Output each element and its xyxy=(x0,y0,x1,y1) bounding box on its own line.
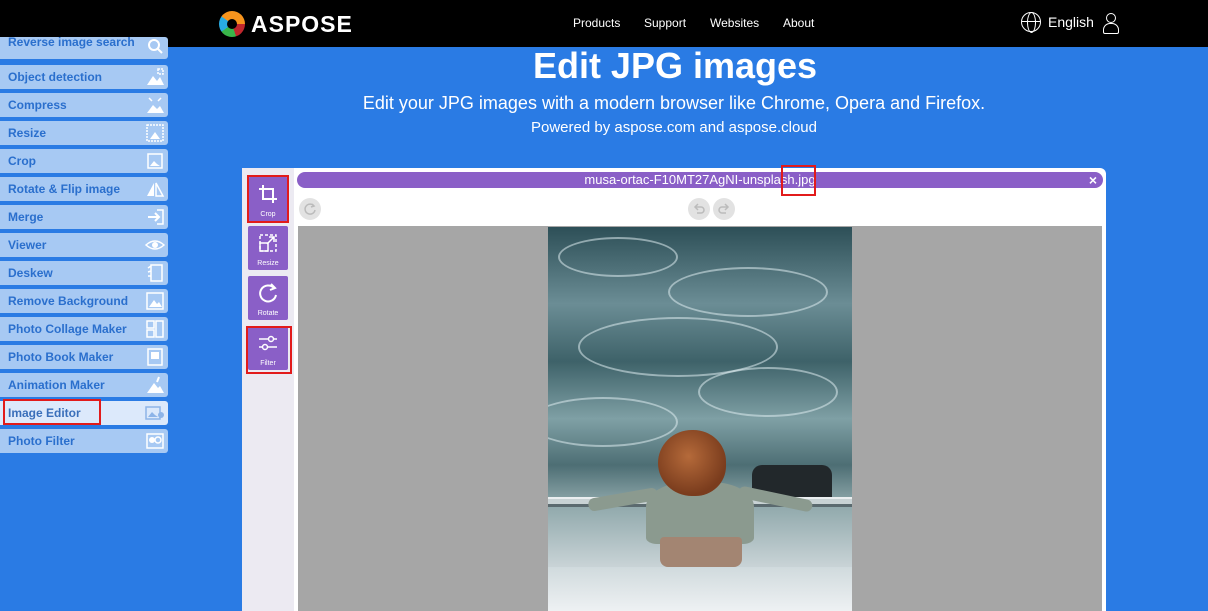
compress-icon xyxy=(145,95,165,115)
sidebar-item-label: Rotate & Flip image xyxy=(8,182,121,196)
sidebar-item-photo-filter[interactable]: Photo Filter xyxy=(0,429,168,453)
top-navigation-bar: ASPOSE Products Support Websites About E… xyxy=(0,0,1208,47)
photo-wave xyxy=(668,267,828,317)
sidebar-item-photo-collage-maker[interactable]: Photo Collage Maker xyxy=(0,317,168,341)
photo-hair xyxy=(658,430,726,496)
sidebar-item-label: Object detection xyxy=(8,70,103,84)
rotate-tool-button[interactable]: Rotate xyxy=(248,276,288,320)
sidebar-item-reverse-image-search[interactable]: Reverse image search xyxy=(0,37,168,59)
sidebar-item-label: Merge xyxy=(8,210,44,224)
globe-icon xyxy=(1021,12,1041,33)
animation-icon xyxy=(145,375,165,395)
image-canvas[interactable] xyxy=(298,226,1102,611)
nav-websites[interactable]: Websites xyxy=(710,16,759,30)
sidebar-item-resize[interactable]: Resize xyxy=(0,121,168,145)
tool-column: Crop Resize Rotate Filter xyxy=(242,168,294,611)
sidebar-item-crop[interactable]: Crop xyxy=(0,149,168,173)
resize-icon xyxy=(259,234,277,252)
nav-products[interactable]: Products xyxy=(573,16,620,30)
sidebar-item-animation-maker[interactable]: Animation Maker xyxy=(0,373,168,397)
photo-pants xyxy=(660,537,742,567)
sidebar-item-compress[interactable]: Compress xyxy=(0,93,168,117)
aspose-logo-icon xyxy=(219,11,245,37)
nav-support[interactable]: Support xyxy=(644,16,686,30)
photo-filter-icon xyxy=(145,431,165,451)
sidebar-item-deskew[interactable]: Deskew xyxy=(0,261,168,285)
undo-icon xyxy=(693,203,705,214)
highlight-filter-tool xyxy=(246,326,292,374)
deskew-icon xyxy=(145,263,165,283)
photo-wave xyxy=(548,397,678,447)
search-image-icon xyxy=(145,39,165,59)
remove-background-icon xyxy=(145,291,165,311)
crop-icon xyxy=(145,151,165,171)
page-subtitle: Edit your JPG images with a modern brows… xyxy=(362,93,986,113)
powered-by-text: Powered by aspose.com and aspose.cloud xyxy=(530,119,817,136)
language-label: English xyxy=(1048,14,1094,30)
photo-wave xyxy=(558,237,678,277)
sidebar-item-remove-background[interactable]: Remove Background xyxy=(0,289,168,313)
refresh-icon xyxy=(304,203,316,215)
merge-icon xyxy=(145,207,165,227)
edited-photo[interactable] xyxy=(548,227,852,611)
sidebar-item-label: Deskew xyxy=(8,266,53,280)
sidebar-item-label: Remove Background xyxy=(8,294,129,308)
sidebar-item-label: Photo Collage Maker xyxy=(8,322,127,336)
rotate-flip-icon xyxy=(145,179,165,199)
highlight-crop-tool xyxy=(247,175,289,223)
eye-icon xyxy=(144,235,166,255)
sidebar-item-label: Resize xyxy=(8,126,47,140)
user-icon[interactable] xyxy=(1103,13,1119,34)
photo-wave xyxy=(698,367,838,417)
rotate-tool-label: Rotate xyxy=(257,310,279,317)
sidebar-item-label: Compress xyxy=(8,98,67,112)
sidebar-item-viewer[interactable]: Viewer xyxy=(0,233,168,257)
highlight-file-extension xyxy=(781,165,816,196)
editor-toolbar xyxy=(297,192,1103,224)
sidebar-item-label: Photo Filter xyxy=(8,434,75,448)
object-detection-icon xyxy=(145,67,165,87)
sidebar-item-photo-book-maker[interactable]: Photo Book Maker xyxy=(0,345,168,369)
nav-about[interactable]: About xyxy=(783,16,814,30)
redo-icon xyxy=(718,203,730,214)
sidebar-item-label: Animation Maker xyxy=(8,378,105,392)
sidebar-item-label: Viewer xyxy=(8,238,47,252)
close-button[interactable]: × xyxy=(1089,172,1097,188)
brand-name: ASPOSE xyxy=(251,10,353,37)
aspose-logo[interactable]: ASPOSE xyxy=(219,10,353,38)
photo-book-icon xyxy=(145,347,165,367)
collage-icon xyxy=(145,319,165,339)
image-editor-icon xyxy=(145,403,165,423)
undo-button[interactable] xyxy=(688,198,710,220)
image-editor-panel: Crop Resize Rotate Filter musa-ortac-F10… xyxy=(242,168,1106,611)
rotate-icon xyxy=(259,283,277,303)
sidebar-item-object-detection[interactable]: Object detection xyxy=(0,65,168,89)
page-title: Edit JPG images xyxy=(532,45,818,86)
reset-button[interactable] xyxy=(299,198,321,220)
resize-icon xyxy=(145,123,165,143)
sidebar-item-merge[interactable]: Merge xyxy=(0,205,168,229)
highlight-image-editor xyxy=(3,399,101,425)
resize-tool-button[interactable]: Resize xyxy=(248,226,288,270)
sidebar-item-label: Reverse image search xyxy=(8,37,135,49)
sidebar-item-label: Crop xyxy=(8,154,36,168)
sidebar-item-label: Photo Book Maker xyxy=(8,350,114,364)
redo-button[interactable] xyxy=(713,198,735,220)
resize-tool-label: Resize xyxy=(257,260,279,267)
file-title-bar: musa-ortac-F10MT27AgNI-unsplash.jpg × xyxy=(297,172,1103,188)
sidebar-item-rotate-flip[interactable]: Rotate & Flip image xyxy=(0,177,168,201)
photo-deck xyxy=(548,567,852,611)
language-selector[interactable]: English xyxy=(1021,12,1094,33)
